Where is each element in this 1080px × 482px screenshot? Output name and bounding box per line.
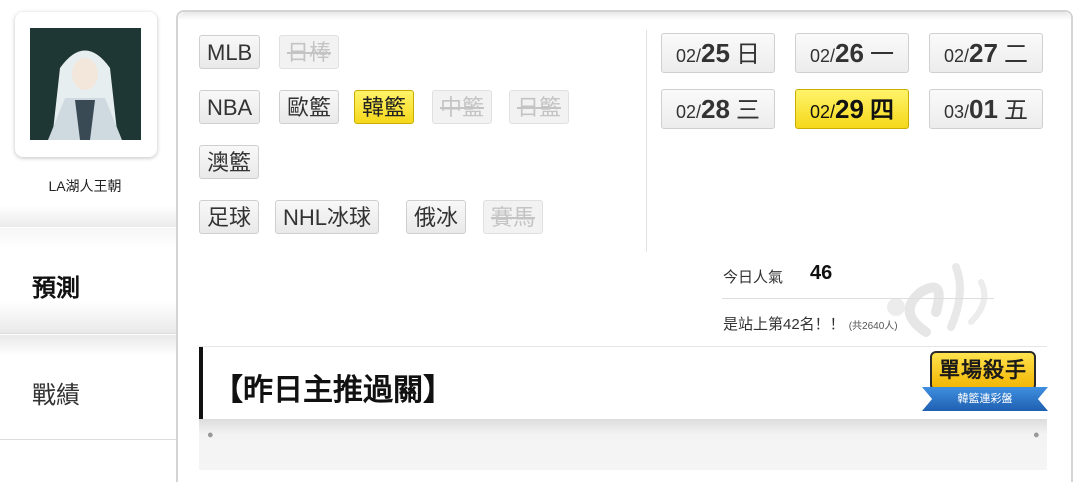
rank-note: (共2640人) (848, 321, 898, 332)
panel-divider (646, 30, 647, 252)
pin-icon: ● (1033, 429, 1040, 441)
killer-badge: 單場殺手 韓籃連彩盤 (922, 347, 1048, 417)
league-cn-basketball: 中籃 (432, 90, 493, 124)
badge-ribbon: 韓籃連彩盤 (922, 387, 1048, 411)
date-0301[interactable]: 03/01 五 (929, 89, 1043, 129)
league-nba[interactable]: NBA (199, 90, 261, 124)
popularity-label: 今日人氣 (723, 269, 784, 286)
sidebar-divider (0, 205, 176, 227)
badge-title: 單場殺手 (930, 351, 1036, 391)
league-mlb[interactable]: MLB (199, 35, 261, 69)
date-0227[interactable]: 02/27 二 (929, 33, 1043, 73)
rank-main-text: 是站上第42名！！ (723, 316, 845, 333)
league-euro-basketball[interactable]: 歐籃 (279, 90, 340, 124)
avatar-image (30, 28, 141, 140)
league-nhl[interactable]: NHL冰球 (275, 200, 380, 234)
section-content-strip (199, 419, 1047, 470)
rank-text: 是站上第42名！！ (共2640人) (723, 313, 898, 334)
section-accent-bar (199, 347, 203, 419)
tab-record[interactable]: 戰績 (0, 335, 176, 440)
league-soccer[interactable]: 足球 (199, 200, 260, 234)
tab-record-label: 戰績 (32, 382, 80, 409)
league-horse-racing: 賽馬 (483, 200, 544, 234)
league-au-basketball[interactable]: 澳籃 (199, 145, 260, 179)
date-0228[interactable]: 02/28 三 (661, 89, 775, 129)
avatar[interactable] (30, 28, 141, 140)
avatar-card[interactable] (15, 12, 157, 157)
pin-icon: ● (207, 429, 214, 441)
date-0229[interactable]: 02/29 四 (795, 89, 909, 129)
league-ru-hockey[interactable]: 俄冰 (406, 200, 467, 234)
stats-divider (722, 298, 994, 299)
date-0226[interactable]: 02/26 一 (795, 33, 909, 73)
section-title: 【昨日主推過關】 (213, 374, 453, 407)
date-0225[interactable]: 02/25 日 (661, 33, 775, 73)
league-jp-baseball: 日棒 (279, 35, 340, 69)
recommendation-section: 【昨日主推過關】 ● ● (199, 346, 1047, 470)
popularity-value: 46 (810, 262, 833, 284)
tab-predict[interactable]: 預測 (0, 228, 176, 334)
league-jp-basketball: 日籃 (509, 90, 570, 124)
league-kr-basketball[interactable]: 韓籃 (354, 90, 415, 124)
tab-predict-label: 預測 (32, 275, 80, 302)
username[interactable]: LA湖人王朝 (0, 176, 170, 196)
